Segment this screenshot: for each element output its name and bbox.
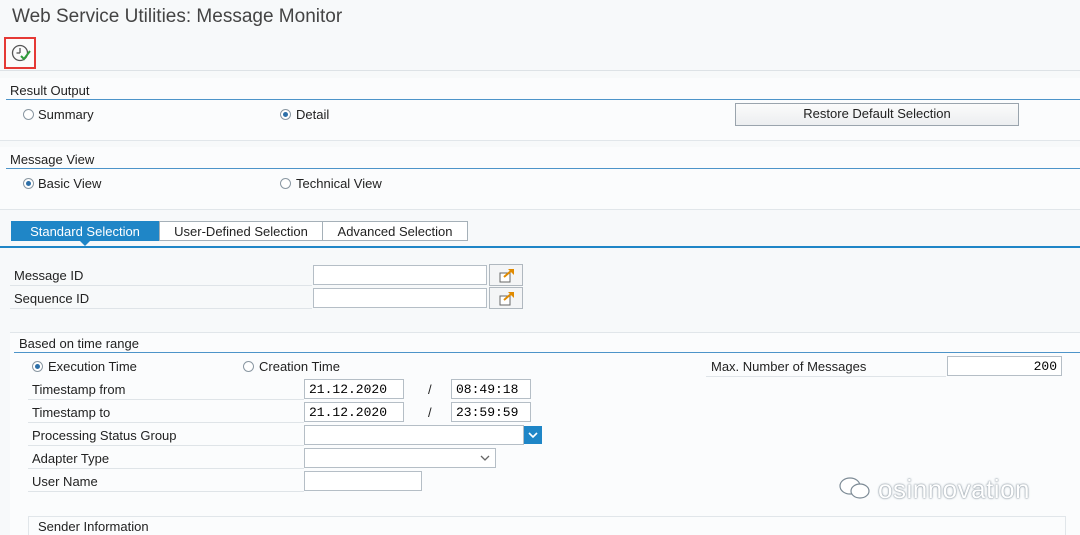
row-divider [28, 422, 304, 423]
page-title: Web Service Utilities: Message Monitor [12, 6, 343, 27]
multiple-selection-icon [499, 269, 514, 283]
sequence-id-multiple-selection-button[interactable] [489, 287, 523, 309]
execution-time-label: Execution Time [48, 359, 137, 374]
message-view-title: Message View [10, 152, 95, 167]
summary-label: Summary [38, 107, 94, 122]
timestamp-from-label: Timestamp from [32, 382, 126, 397]
chevron-down-icon [528, 432, 538, 439]
tab-advanced-selection[interactable]: Advanced Selection [322, 221, 468, 241]
row-divider [28, 445, 304, 446]
adapter-type-select[interactable] [304, 448, 496, 468]
row-divider [10, 285, 312, 286]
timestamp-to-time-input[interactable] [451, 402, 531, 422]
max-messages-label: Max. Number of Messages [711, 359, 867, 374]
date-time-separator: / [428, 382, 432, 397]
execute-clock-icon [11, 44, 31, 62]
watermark: osinnovation [838, 474, 1030, 505]
technical-view-radio[interactable] [280, 178, 291, 189]
sequence-id-input[interactable] [313, 288, 487, 308]
toolbar [0, 36, 1080, 71]
message-id-multiple-selection-button[interactable] [489, 264, 523, 286]
user-name-label: User Name [32, 474, 98, 489]
sequence-id-label: Sequence ID [14, 291, 90, 306]
summary-radio[interactable] [23, 109, 34, 120]
watermark-text: osinnovation [878, 474, 1030, 504]
tab-standard-selection[interactable]: Standard Selection [11, 221, 159, 241]
time-range-title: Based on time range [19, 336, 139, 351]
basic-view-label: Basic View [38, 176, 102, 191]
user-name-input[interactable] [304, 471, 422, 491]
sender-information-panel [28, 516, 1066, 535]
processing-status-dropdown-button[interactable] [524, 426, 542, 444]
row-divider [10, 308, 312, 309]
message-id-label: Message ID [14, 268, 84, 283]
restore-default-selection-button[interactable]: Restore Default Selection [735, 103, 1019, 126]
row-divider [28, 468, 304, 469]
processing-status-select[interactable] [304, 425, 524, 445]
chevron-down-icon [480, 455, 490, 461]
row-divider [28, 491, 304, 492]
detail-radio[interactable] [280, 109, 291, 120]
message-id-input[interactable] [313, 265, 487, 285]
timestamp-to-date-input[interactable] [304, 402, 404, 422]
creation-time-radio[interactable] [243, 361, 254, 372]
row-divider [706, 376, 946, 377]
multiple-selection-icon [499, 292, 514, 306]
timestamp-to-label: Timestamp to [32, 405, 111, 420]
technical-view-label: Technical View [296, 176, 382, 191]
chat-bubbles-icon [839, 477, 870, 499]
max-messages-input[interactable] [947, 356, 1062, 376]
divider [6, 99, 1080, 100]
divider [6, 168, 1080, 169]
timestamp-from-date-input[interactable] [304, 379, 404, 399]
execute-button[interactable] [4, 37, 36, 69]
row-divider [28, 399, 304, 400]
detail-label: Detail [296, 107, 330, 122]
creation-time-label: Creation Time [259, 359, 340, 374]
basic-view-radio[interactable] [23, 178, 34, 189]
execution-time-radio[interactable] [32, 361, 43, 372]
divider [14, 352, 1080, 353]
tab-strip-line [0, 246, 1080, 248]
sender-information-title: Sender Information [38, 519, 149, 534]
processing-status-label: Processing Status Group [32, 428, 177, 443]
result-output-title: Result Output [10, 83, 90, 98]
message-view-panel [0, 147, 1080, 210]
timestamp-from-time-input[interactable] [451, 379, 531, 399]
tab-user-defined-selection[interactable]: User-Defined Selection [159, 221, 323, 241]
date-time-separator: / [428, 405, 432, 420]
adapter-type-label: Adapter Type [32, 451, 110, 466]
